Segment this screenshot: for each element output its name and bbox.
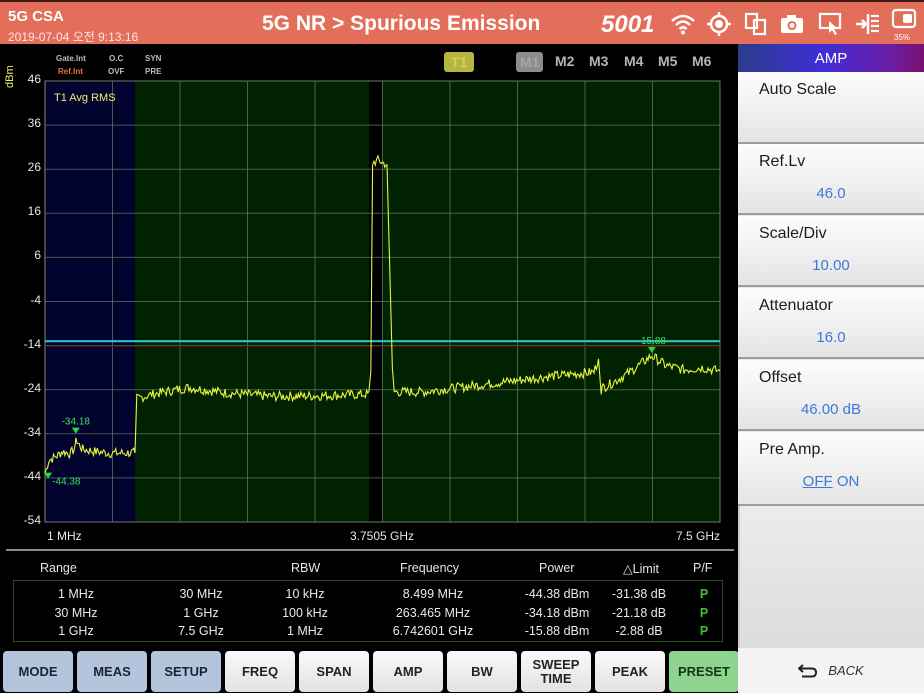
preset-button[interactable]: PRESET bbox=[669, 651, 739, 692]
scale-div-value: 10.00 bbox=[812, 257, 850, 274]
panel-title: AMP bbox=[738, 44, 924, 72]
cell-frequency: 8.499 MHz bbox=[402, 587, 464, 601]
auto-scale-label: Auto Scale bbox=[759, 81, 837, 98]
col-header-rbw: RBW bbox=[291, 561, 321, 575]
x-tick-center: 3.7505 GHz bbox=[350, 529, 415, 543]
empty-softkey bbox=[738, 506, 924, 648]
ref-level-button[interactable]: Ref.Lv 46.0 bbox=[738, 144, 924, 215]
cell-start: 1 MHz bbox=[57, 587, 95, 601]
cell-rbw: 100 kHz bbox=[282, 605, 328, 620]
ref-level-label: Ref.Lv bbox=[759, 153, 806, 170]
x-tick-start: 1 MHz bbox=[47, 529, 82, 543]
amp-softkey-panel: AMP Auto Scale Ref.Lv 46.0 Scale/Div 10.… bbox=[738, 44, 924, 693]
col-header-frequency: Frequency bbox=[400, 561, 460, 575]
amp-button[interactable]: AMP bbox=[373, 651, 443, 692]
ref-level-value: 46.0 bbox=[816, 185, 846, 202]
cell-stop: 7.5 GHz bbox=[178, 624, 224, 638]
back-arrow-icon bbox=[798, 663, 818, 677]
offset-value: 46.00 dB bbox=[800, 401, 862, 418]
col-header-power: Power bbox=[539, 561, 575, 575]
cell-stop: 1 GHz bbox=[183, 605, 219, 620]
meas-button[interactable]: MEAS bbox=[77, 651, 147, 692]
cell-start: 30 MHz bbox=[54, 605, 98, 620]
x-tick-stop: 7.5 GHz bbox=[676, 529, 721, 543]
pre-amp-label: Pre Amp. bbox=[759, 441, 825, 458]
marker-label: -34.18 bbox=[62, 417, 91, 428]
pre-amp-value: OFF ON bbox=[738, 473, 924, 490]
attenuator-label: Attenuator bbox=[759, 297, 833, 314]
attenuator-button[interactable]: Attenuator 16.0 bbox=[738, 288, 924, 359]
pre-amp-on-option[interactable]: ON bbox=[837, 473, 860, 490]
offset-label: Offset bbox=[759, 369, 802, 386]
trace-label: T1 Avg RMS bbox=[54, 92, 116, 104]
col-header-pf: P/F bbox=[693, 561, 713, 575]
section-divider bbox=[6, 549, 734, 551]
cell-frequency: 263.465 MHz bbox=[395, 605, 471, 620]
setup-button[interactable]: SETUP bbox=[151, 651, 221, 692]
pre-amp-off-option[interactable]: OFF bbox=[803, 473, 833, 490]
scale-div-label: Scale/Div bbox=[759, 225, 827, 242]
pre-amp-toggle[interactable]: Pre Amp. OFF ON bbox=[738, 432, 924, 506]
col-header-range: Range bbox=[40, 561, 77, 575]
marker-label: -15.88 bbox=[638, 336, 667, 347]
scale-div-button[interactable]: Scale/Div 10.00 bbox=[738, 216, 924, 287]
mode-button[interactable]: MODE bbox=[3, 651, 73, 692]
cell-start: 1 GHz bbox=[58, 624, 94, 638]
peak-button[interactable]: PEAK bbox=[595, 651, 665, 692]
freq-button[interactable]: FREQ bbox=[225, 651, 295, 692]
cell-stop: 30 MHz bbox=[179, 587, 223, 601]
cell-rbw: 10 kHz bbox=[285, 587, 325, 601]
sweep-time-button[interactable]: SWEEP TIME bbox=[521, 651, 591, 692]
col-header-delta-limit: △Limit bbox=[623, 562, 660, 576]
offset-button[interactable]: Offset 46.00 dB bbox=[738, 360, 924, 431]
back-label: BACK bbox=[828, 663, 864, 678]
marker-label: -44.38 bbox=[52, 477, 81, 488]
back-button[interactable]: BACK bbox=[738, 648, 924, 693]
attenuator-value: 16.0 bbox=[816, 329, 846, 346]
bw-button[interactable]: BW bbox=[447, 651, 517, 692]
span-button[interactable]: SPAN bbox=[299, 651, 369, 692]
spectrum-analyzer-screen: 5G CSA 2019-07-04 오전 9:13:16 5G NR > Spu… bbox=[0, 0, 924, 693]
auto-scale-button[interactable]: Auto Scale bbox=[738, 72, 924, 144]
cell-frequency: 6.742601 GHz bbox=[392, 624, 474, 638]
cell-rbw: 1 MHz bbox=[286, 624, 324, 638]
